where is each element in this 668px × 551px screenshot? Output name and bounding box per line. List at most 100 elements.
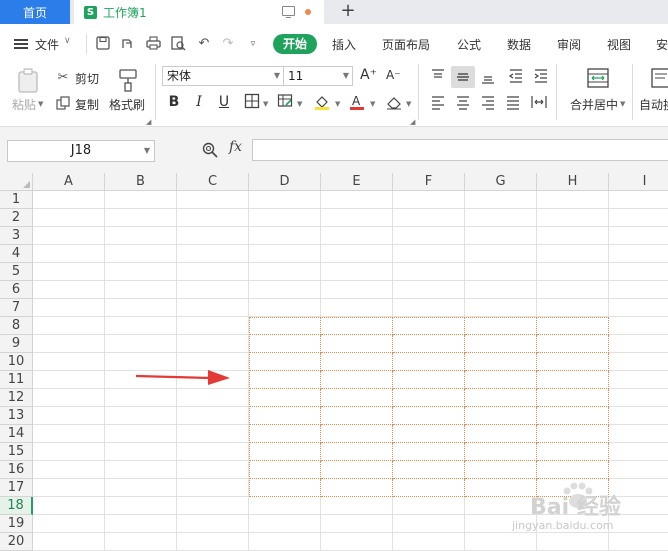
column-header-d[interactable]: D	[249, 173, 321, 191]
cell-h12[interactable]	[537, 389, 609, 407]
row-header-6[interactable]: 6	[0, 281, 33, 299]
cell-h7[interactable]	[537, 299, 609, 317]
cell-g7[interactable]	[465, 299, 537, 317]
insert-function-button[interactable]: fx	[229, 139, 242, 155]
cell-h6[interactable]	[537, 281, 609, 299]
column-header-f[interactable]: F	[393, 173, 465, 191]
cell-d16[interactable]	[249, 461, 321, 479]
column-header-h[interactable]: H	[537, 173, 609, 191]
save-icon[interactable]	[95, 36, 111, 52]
cell-e5[interactable]	[321, 263, 393, 281]
cell-d4[interactable]	[249, 245, 321, 263]
merge-dropdown-icon[interactable]: ▼	[620, 100, 625, 108]
menu-start[interactable]: 开始	[273, 34, 317, 54]
cell-b15[interactable]	[105, 443, 177, 461]
cell-e3[interactable]	[321, 227, 393, 245]
clear-dropdown-icon[interactable]: ▼	[406, 100, 411, 108]
cell-d14[interactable]	[249, 425, 321, 443]
cell-b9[interactable]	[105, 335, 177, 353]
cell-e18[interactable]	[321, 497, 393, 515]
clipboard-launcher-icon[interactable]: ◢	[146, 118, 151, 126]
cell-i15[interactable]	[609, 443, 668, 461]
menu-view[interactable]: 视图	[607, 36, 631, 53]
cell-b5[interactable]	[105, 263, 177, 281]
cell-b19[interactable]	[105, 515, 177, 533]
cell-b17[interactable]	[105, 479, 177, 497]
cell-i1[interactable]	[609, 191, 668, 209]
cell-g3[interactable]	[465, 227, 537, 245]
auto-wrap-button[interactable]: 自动换	[639, 96, 668, 113]
cell-g8[interactable]	[465, 317, 537, 335]
column-header-e[interactable]: E	[321, 173, 393, 191]
row-header-11[interactable]: 11	[0, 371, 33, 389]
wrap-text-icon[interactable]	[650, 68, 668, 88]
row-header-8[interactable]: 8	[0, 317, 33, 335]
cell-h9[interactable]	[537, 335, 609, 353]
cell-c4[interactable]	[177, 245, 249, 263]
cell-b18[interactable]	[105, 497, 177, 515]
cell-d5[interactable]	[249, 263, 321, 281]
cell-h4[interactable]	[537, 245, 609, 263]
cell-f9[interactable]	[393, 335, 465, 353]
cell-style-dropdown-icon[interactable]: ▼	[297, 100, 302, 108]
cell-e13[interactable]	[321, 407, 393, 425]
cell-e2[interactable]	[321, 209, 393, 227]
menu-data[interactable]: 数据	[507, 36, 531, 53]
row-header-2[interactable]: 2	[0, 209, 33, 227]
cell-c18[interactable]	[177, 497, 249, 515]
cell-i10[interactable]	[609, 353, 668, 371]
cell-style-icon[interactable]	[276, 93, 294, 111]
cell-g4[interactable]	[465, 245, 537, 263]
cell-b13[interactable]	[105, 407, 177, 425]
cell-g13[interactable]	[465, 407, 537, 425]
row-header-7[interactable]: 7	[0, 299, 33, 317]
row-header-19[interactable]: 19	[0, 515, 33, 533]
cell-c5[interactable]	[177, 263, 249, 281]
cell-i8[interactable]	[609, 317, 668, 335]
cell-f8[interactable]	[393, 317, 465, 335]
cell-a2[interactable]	[33, 209, 105, 227]
cell-e14[interactable]	[321, 425, 393, 443]
font-color-icon[interactable]: A	[348, 93, 366, 111]
cell-a13[interactable]	[33, 407, 105, 425]
cell-d7[interactable]	[249, 299, 321, 317]
chevron-down-icon[interactable]: ∨	[64, 36, 71, 46]
cell-g5[interactable]	[465, 263, 537, 281]
cell-d2[interactable]	[249, 209, 321, 227]
cell-h11[interactable]	[537, 371, 609, 389]
tab-workbook[interactable]: S 工作簿1	[74, 0, 324, 24]
align-left-icon[interactable]	[430, 95, 446, 111]
cell-g6[interactable]	[465, 281, 537, 299]
cell-c20[interactable]	[177, 533, 249, 551]
undo-icon[interactable]: ↶	[196, 36, 212, 52]
cell-a14[interactable]	[33, 425, 105, 443]
cell-d1[interactable]	[249, 191, 321, 209]
border-icon[interactable]	[243, 93, 261, 111]
eraser-icon[interactable]	[385, 93, 403, 111]
cell-i16[interactable]	[609, 461, 668, 479]
scissors-icon[interactable]: ✂	[56, 70, 70, 85]
row-header-16[interactable]: 16	[0, 461, 33, 479]
menu-file[interactable]: 文件	[35, 36, 59, 53]
paste-dropdown-icon[interactable]: ▼	[38, 100, 43, 108]
cell-i11[interactable]	[609, 371, 668, 389]
font-color-dropdown-icon[interactable]: ▼	[370, 100, 375, 108]
paste-label[interactable]: 粘贴	[12, 96, 36, 113]
cell-f12[interactable]	[393, 389, 465, 407]
cell-b3[interactable]	[105, 227, 177, 245]
cell-b20[interactable]	[105, 533, 177, 551]
cell-h16[interactable]	[537, 461, 609, 479]
cell-a6[interactable]	[33, 281, 105, 299]
cell-a15[interactable]	[33, 443, 105, 461]
menu-page-layout[interactable]: 页面布局	[382, 36, 430, 53]
row-header-12[interactable]: 12	[0, 389, 33, 407]
cell-f20[interactable]	[393, 533, 465, 551]
cell-a10[interactable]	[33, 353, 105, 371]
cell-e10[interactable]	[321, 353, 393, 371]
customize-dropdown-icon[interactable]: ▿	[245, 36, 261, 52]
cell-e4[interactable]	[321, 245, 393, 263]
cell-b6[interactable]	[105, 281, 177, 299]
row-header-17[interactable]: 17	[0, 479, 33, 497]
cell-b8[interactable]	[105, 317, 177, 335]
cell-c2[interactable]	[177, 209, 249, 227]
